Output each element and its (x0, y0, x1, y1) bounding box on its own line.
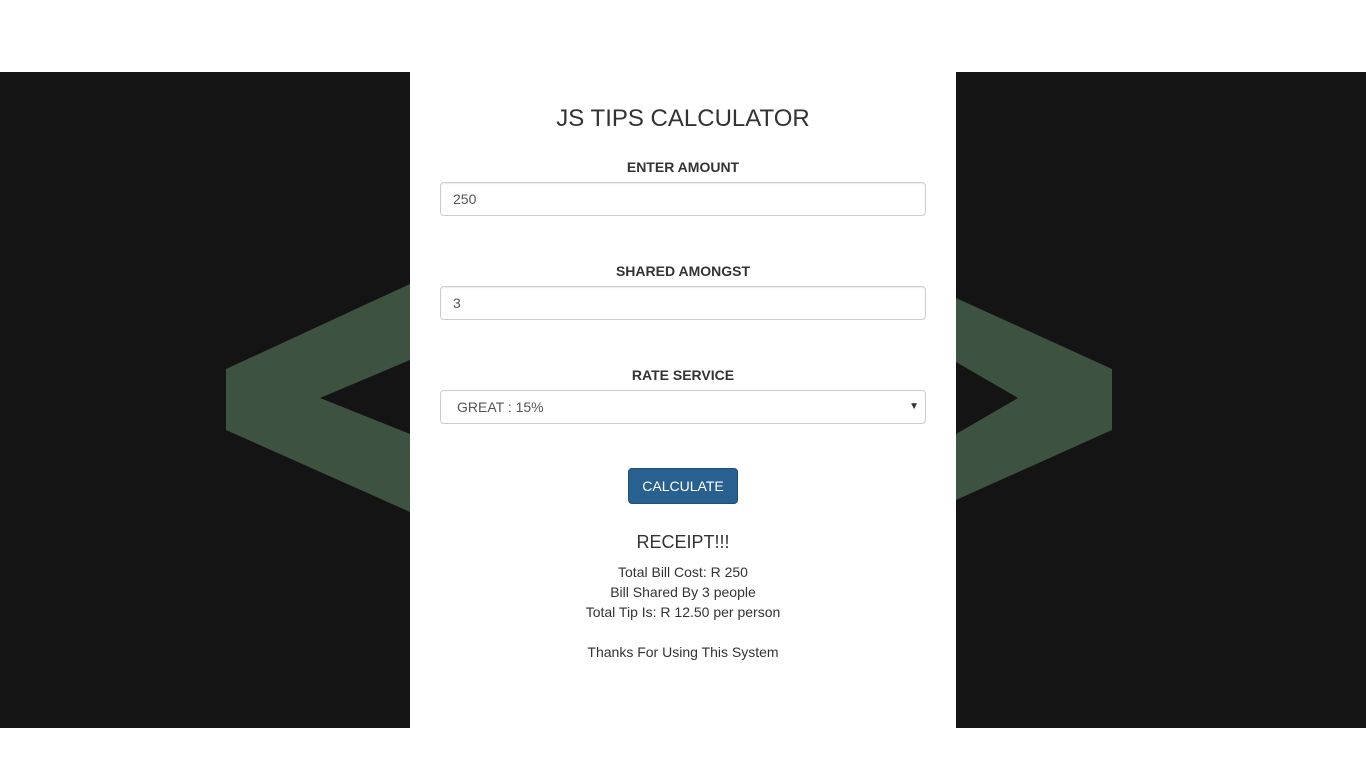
left-angle-bracket (226, 284, 410, 512)
receipt-total-tip: Total Tip Is: R 12.50 per person (585, 604, 781, 620)
rate-service-select[interactable]: GREAT : 15% ▼ (440, 390, 926, 424)
amount-input[interactable]: 250 (440, 182, 926, 216)
receipt-shared-by: Bill Shared By 3 people (610, 584, 756, 600)
rate-label: RATE SERVICE (631, 367, 735, 383)
page-title: JS TIPS CALCULATOR (556, 105, 810, 132)
amount-label: ENTER AMOUNT (626, 159, 740, 175)
right-angle-bracket (956, 298, 1112, 500)
receipt-title: RECEIPT!!! (636, 532, 730, 552)
shared-label: SHARED AMONGST (615, 263, 751, 279)
chevron-down-icon: ▼ (909, 401, 919, 412)
calculator-card: JS TIPS CALCULATOR ENTER AMOUNT 250 SHAR… (410, 72, 956, 728)
rate-selected-value: GREAT : 15% (457, 399, 544, 415)
calculate-button[interactable]: CALCULATE (628, 468, 738, 504)
receipt-total-bill: Total Bill Cost: R 250 (618, 564, 748, 580)
receipt-thanks: Thanks For Using This System (587, 644, 779, 660)
shared-input[interactable]: 3 (440, 286, 926, 320)
